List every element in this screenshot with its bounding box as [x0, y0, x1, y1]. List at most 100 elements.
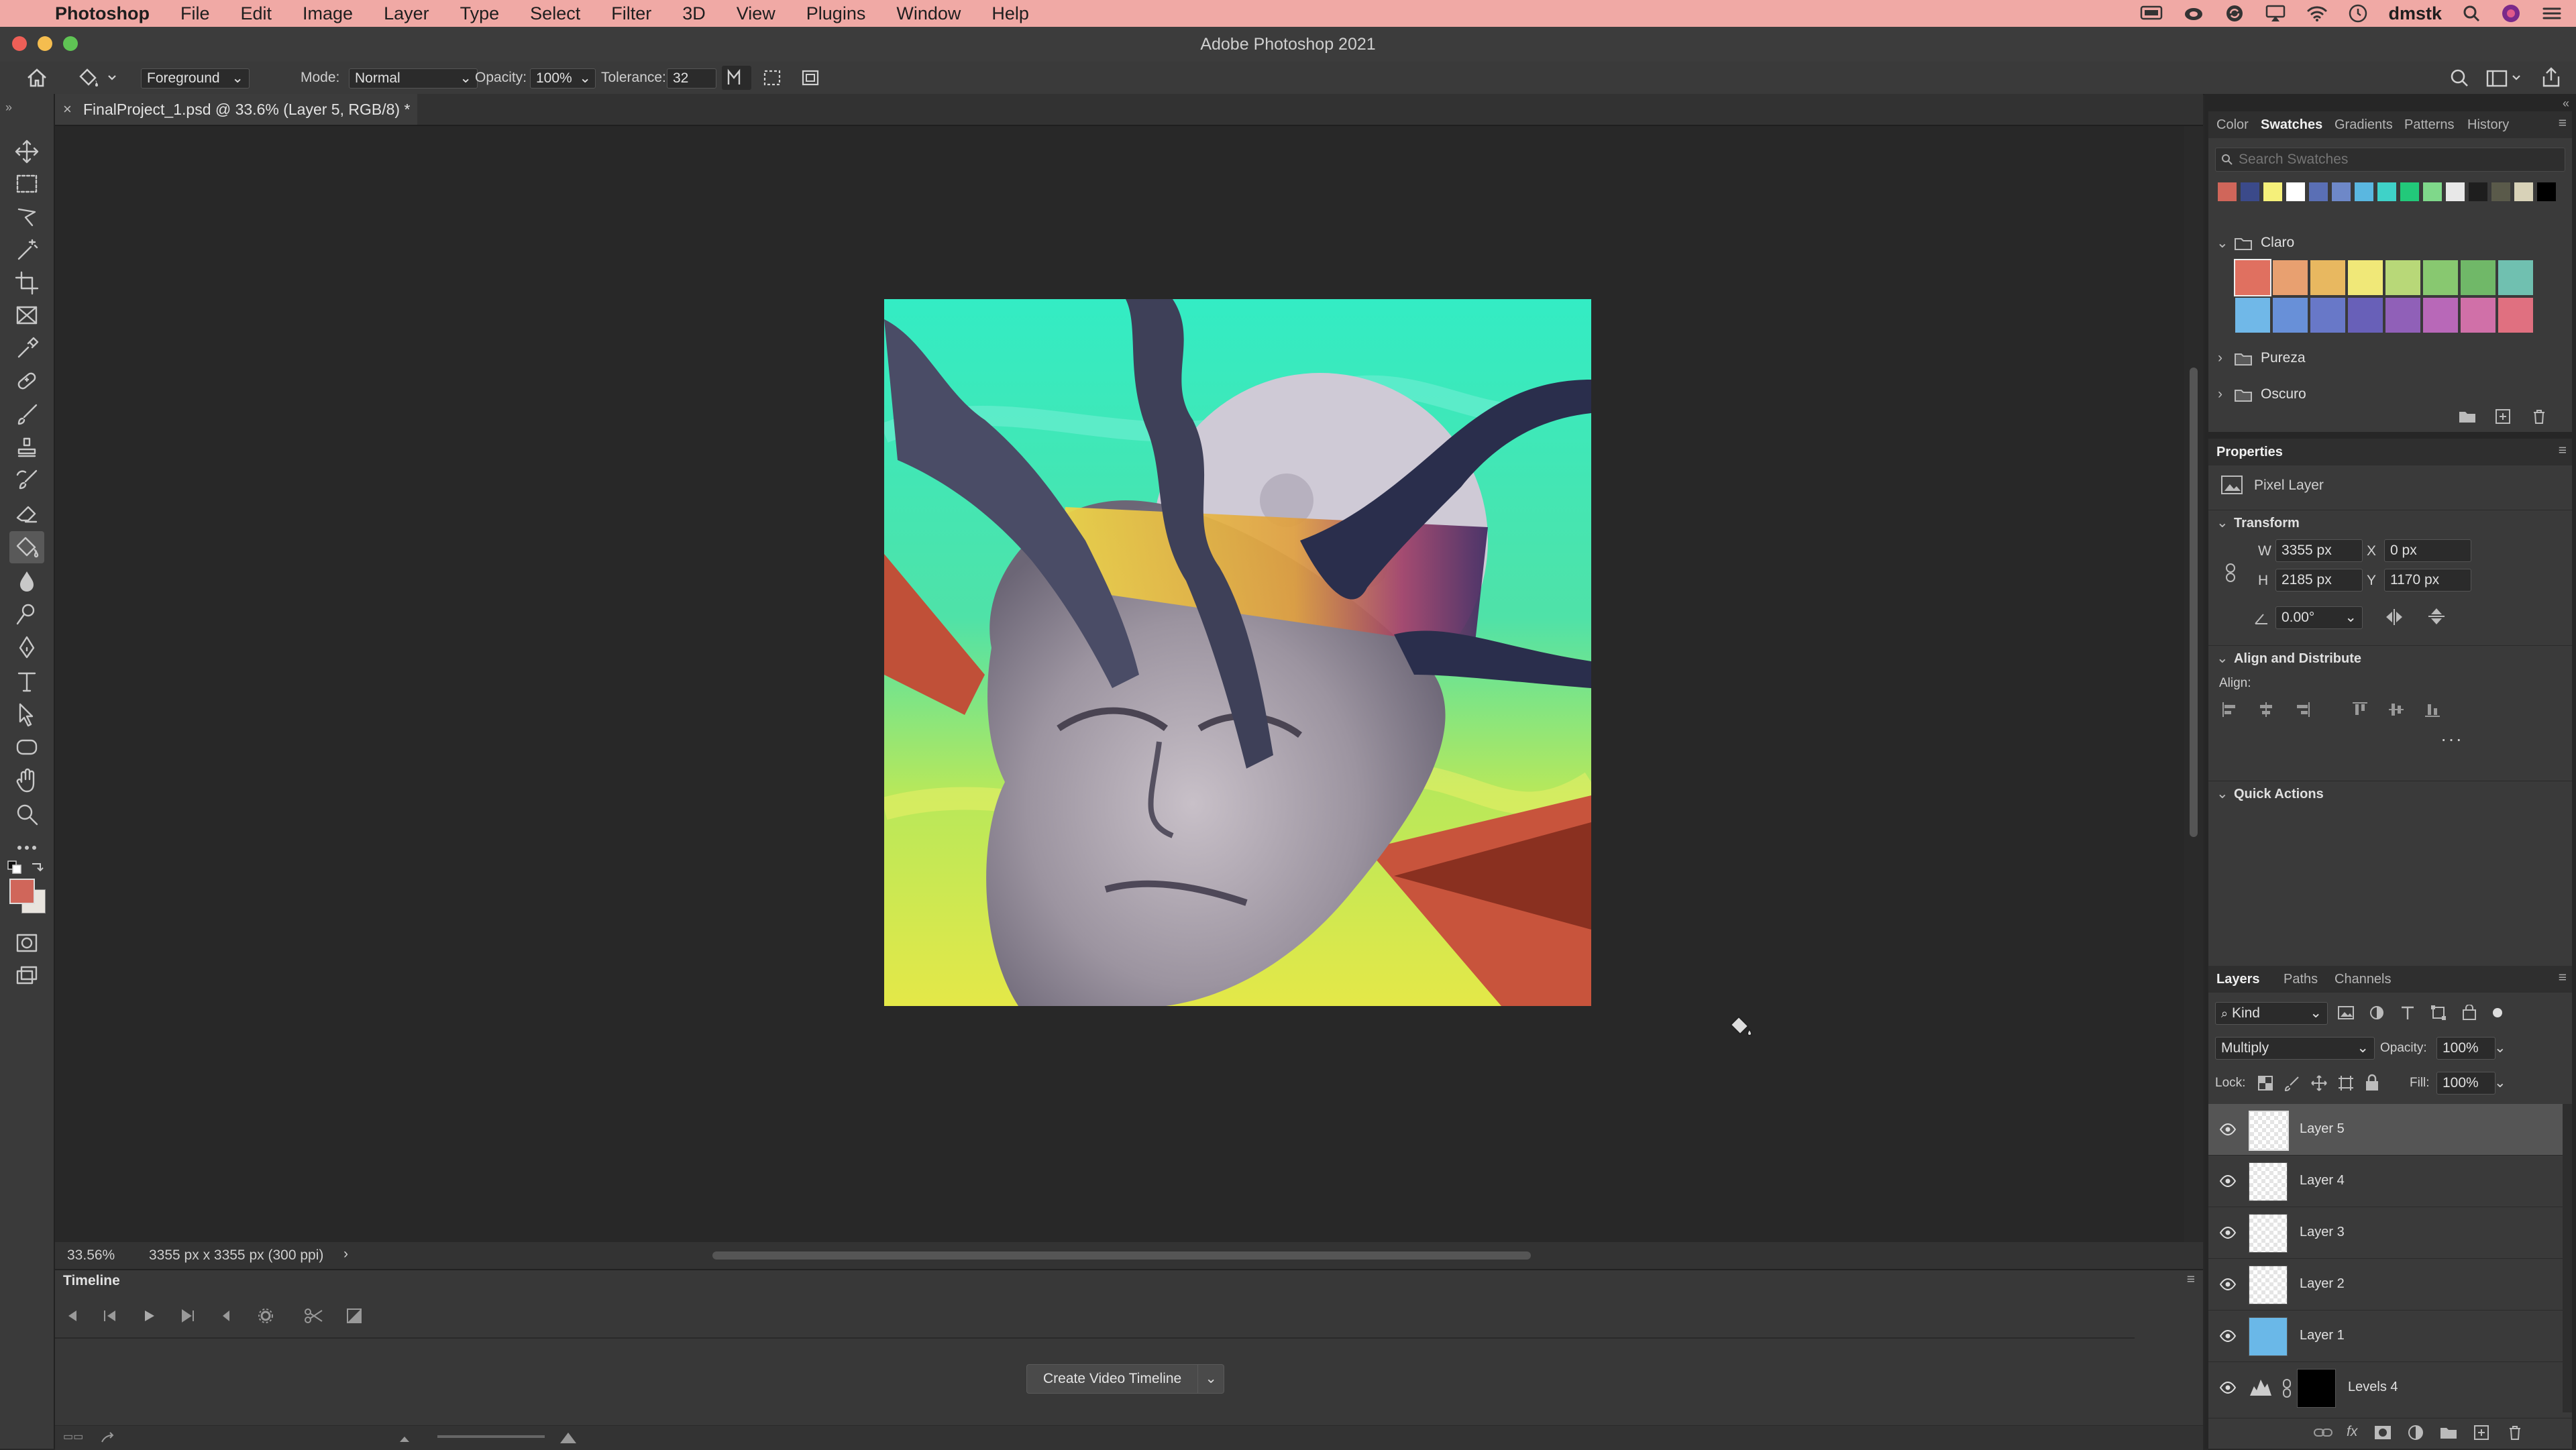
clock-icon[interactable] — [2348, 3, 2368, 23]
display-icon[interactable] — [2140, 5, 2163, 22]
previous-frame-icon[interactable] — [101, 1308, 119, 1324]
tolerance-input[interactable]: 32 — [667, 68, 716, 89]
vertical-scroll-thumb[interactable] — [2190, 368, 2198, 837]
menu-window[interactable]: Window — [896, 3, 961, 24]
recent-swatch[interactable] — [2446, 182, 2465, 201]
recent-swatch[interactable] — [2377, 182, 2396, 201]
anti-alias-toggle[interactable] — [722, 66, 751, 90]
link-layers-icon[interactable] — [2313, 1425, 2333, 1440]
default-colors-icon[interactable] — [7, 860, 23, 875]
recent-swatch[interactable] — [2218, 182, 2237, 201]
paint-bucket-preset-icon[interactable] — [76, 67, 117, 89]
width-input[interactable]: 3355 px — [2275, 539, 2363, 562]
lock-artboard-icon[interactable] — [2337, 1074, 2355, 1092]
new-group-icon[interactable] — [2439, 1425, 2458, 1440]
recent-swatch[interactable] — [2423, 182, 2442, 201]
swatches-search-input[interactable] — [2237, 150, 2555, 170]
delete-swatch-trash-icon[interactable] — [2530, 408, 2548, 425]
fill-input[interactable]: 100% — [2436, 1072, 2496, 1095]
claro-swatch[interactable] — [2461, 298, 2496, 333]
settings-gear-icon[interactable] — [256, 1306, 275, 1325]
lock-image-pixels-icon[interactable] — [2284, 1074, 2301, 1092]
airplay-icon[interactable] — [2265, 4, 2286, 23]
recent-swatch[interactable] — [2309, 182, 2328, 201]
menu-edit[interactable]: Edit — [241, 3, 272, 24]
new-group-folder-icon[interactable] — [2458, 409, 2477, 424]
frame-rate-icon[interactable]: ▭▭ — [63, 1430, 83, 1443]
claro-swatch[interactable] — [2234, 259, 2271, 296]
menu-view[interactable]: View — [737, 3, 775, 24]
recent-swatch[interactable] — [2514, 182, 2533, 201]
layer-thumbnail[interactable] — [2249, 1111, 2289, 1151]
opacity-input[interactable]: 100% ⌄ — [530, 68, 596, 89]
chevron-down-icon[interactable]: ⌄ — [2494, 1040, 2506, 1056]
tab-gradients[interactable]: Gradients — [2334, 111, 2393, 138]
recent-swatch[interactable] — [2355, 182, 2373, 201]
control-center-icon[interactable] — [2541, 5, 2563, 22]
eye-visibility-icon[interactable] — [2219, 1328, 2237, 1344]
more-tools-icon[interactable] — [13, 834, 40, 861]
zoom-in-timeline-icon[interactable] — [558, 1429, 578, 1446]
flip-vertical-icon[interactable] — [2427, 606, 2446, 626]
path-selection-tool-icon[interactable] — [13, 702, 40, 728]
claro-swatch[interactable] — [2498, 260, 2533, 295]
claro-swatch[interactable] — [2273, 260, 2308, 295]
layer-opacity-input[interactable]: 100% — [2436, 1037, 2496, 1060]
more-options-icon[interactable]: ··· — [2440, 728, 2463, 750]
clone-stamp-tool-icon[interactable] — [13, 435, 40, 461]
layer-row[interactable]: Levels 4 — [2208, 1362, 2563, 1412]
document-info[interactable]: 3355 px x 3355 px (300 ppi) — [149, 1247, 323, 1264]
layer-thumbnail[interactable] — [2249, 1317, 2288, 1356]
zoom-window-button[interactable] — [63, 36, 78, 51]
brush-tool-icon[interactable] — [13, 401, 40, 428]
mode-select[interactable]: Normal ⌄ — [349, 68, 478, 89]
recent-swatch[interactable] — [2263, 182, 2282, 201]
claro-swatch[interactable] — [2310, 260, 2345, 295]
align-right-icon[interactable] — [2293, 700, 2312, 719]
link-dimensions-icon[interactable] — [2223, 562, 2238, 583]
swatch-group-pureza[interactable]: › Pureza — [2208, 346, 2572, 373]
menu-3d[interactable]: 3D — [682, 3, 706, 24]
menu-help[interactable]: Help — [991, 3, 1029, 24]
next-frame-icon[interactable] — [178, 1308, 197, 1324]
tab-properties[interactable]: Properties — [2216, 439, 2283, 465]
filter-type-icon[interactable] — [2399, 1005, 2416, 1021]
layer-row[interactable]: Layer 5 — [2208, 1104, 2563, 1156]
align-section-header[interactable]: ⌄ Align and Distribute — [2208, 645, 2572, 670]
new-swatch-icon[interactable] — [2494, 408, 2512, 425]
claro-swatch[interactable] — [2273, 298, 2308, 333]
marquee-tool-icon[interactable] — [13, 170, 40, 197]
vertical-scrollbar[interactable] — [2184, 126, 2203, 1242]
claro-swatch[interactable] — [2385, 298, 2420, 333]
creative-cloud-icon[interactable] — [2183, 4, 2204, 23]
home-icon[interactable] — [25, 67, 48, 89]
panel-menu-icon[interactable]: ≡ — [2559, 970, 2567, 986]
healing-brush-tool-icon[interactable] — [13, 368, 40, 394]
magic-wand-tool-icon[interactable] — [13, 236, 40, 263]
align-left-icon[interactable] — [2220, 700, 2239, 719]
recent-swatch[interactable] — [2400, 182, 2419, 201]
tab-paths[interactable]: Paths — [2284, 966, 2318, 993]
zoom-tool-icon[interactable] — [13, 801, 40, 828]
align-top-icon[interactable] — [2351, 700, 2369, 719]
hand-tool-icon[interactable] — [13, 767, 40, 794]
close-tab-icon[interactable]: × — [63, 94, 72, 125]
align-center-icon[interactable] — [2257, 700, 2275, 719]
first-frame-icon[interactable] — [62, 1308, 80, 1324]
blend-mode-select[interactable]: Multiply ⌄ — [2215, 1037, 2375, 1060]
zoom-level[interactable]: 33.56% — [67, 1247, 115, 1264]
history-brush-tool-icon[interactable] — [13, 467, 40, 494]
recent-swatch[interactable] — [2332, 182, 2351, 201]
filter-smart-object-icon[interactable] — [2461, 1005, 2478, 1021]
share-icon[interactable] — [2540, 66, 2563, 89]
layer-row[interactable]: Layer 3 — [2208, 1207, 2563, 1259]
align-bottom-icon[interactable] — [2423, 700, 2442, 719]
create-timeline-dropdown[interactable]: ⌄ — [1198, 1364, 1225, 1394]
shape-tool-icon[interactable] — [13, 734, 40, 761]
lasso-tool-icon[interactable] — [13, 203, 40, 229]
spotlight-search-icon[interactable] — [2462, 4, 2481, 23]
recent-swatch[interactable] — [2469, 182, 2487, 201]
transform-section-header[interactable]: ⌄ Transform — [2208, 510, 2572, 535]
foreground-color-swatch[interactable] — [9, 879, 35, 904]
eraser-tool-icon[interactable] — [13, 500, 40, 527]
